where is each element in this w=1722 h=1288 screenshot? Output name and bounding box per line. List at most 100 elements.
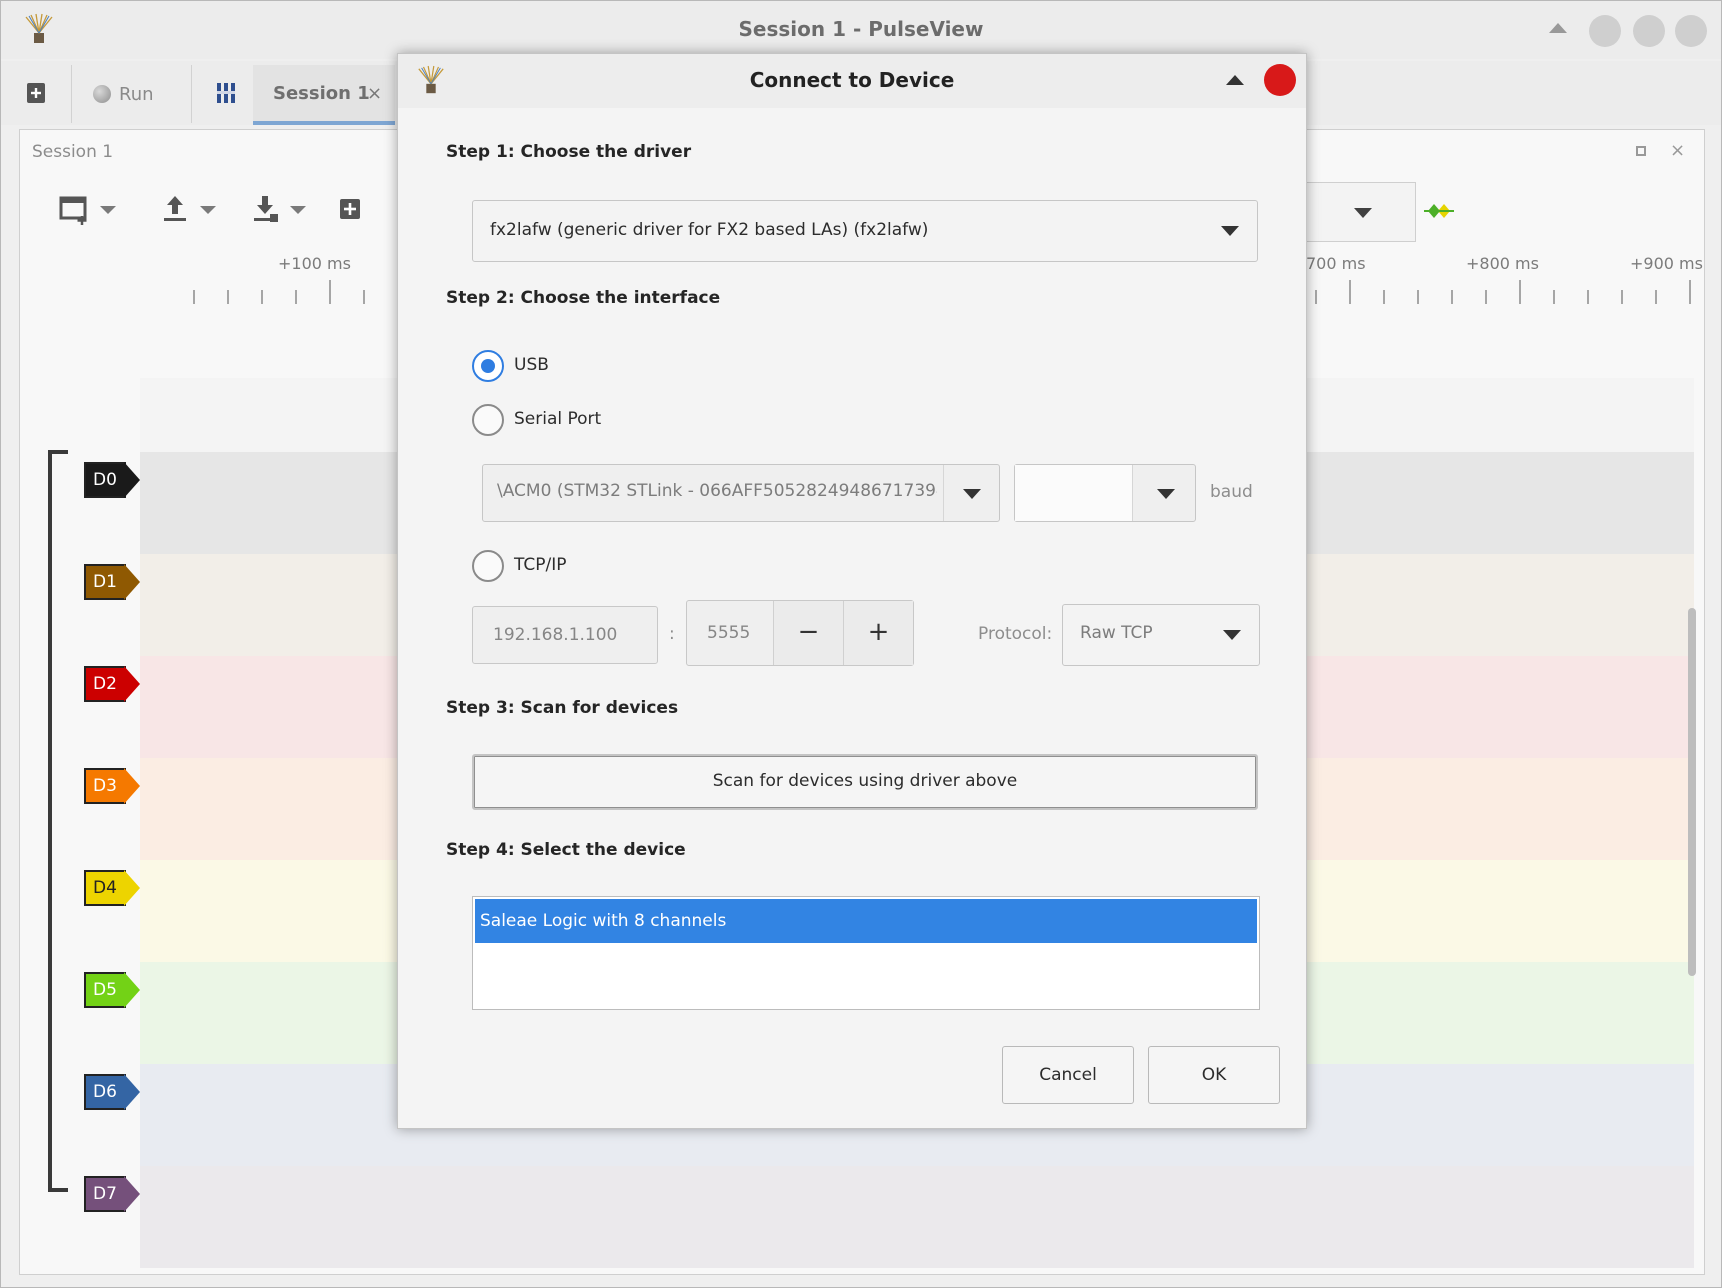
shade-dialog-button[interactable] <box>1226 75 1244 85</box>
channel-tip <box>124 768 140 804</box>
close-tab-icon[interactable]: × <box>367 83 382 104</box>
channel-label-d6[interactable]: D6 <box>84 1074 140 1110</box>
device-list-item[interactable]: Saleae Logic with 8 channels <box>475 899 1257 943</box>
add-device-icon[interactable] <box>334 192 368 226</box>
protocol-label: Protocol: <box>978 624 1053 644</box>
baud-input[interactable] <box>1015 465 1133 521</box>
ruler-label: 700 ms <box>1306 254 1366 273</box>
channel-label-d0[interactable]: D0 <box>84 462 140 498</box>
trace-row-d7 <box>140 1166 1694 1268</box>
main-window: Session 1 - PulseView Run Session 1 × Se… <box>0 0 1722 1288</box>
channel-tip <box>124 972 140 1008</box>
chevron-down-icon <box>1223 630 1241 640</box>
step3-label: Step 3: Scan for devices <box>446 698 679 718</box>
device-list[interactable]: Saleae Logic with 8 channels <box>472 896 1260 1010</box>
port-spinbox[interactable]: 5555 − + <box>686 600 914 666</box>
chevron-down-icon <box>963 489 981 499</box>
channel-label-d7[interactable]: D7 <box>84 1176 140 1212</box>
step2-label: Step 2: Choose the interface <box>446 288 721 308</box>
run-button[interactable]: Run <box>93 81 154 107</box>
maximize-button[interactable] <box>1633 15 1665 47</box>
ip-address-field[interactable]: 192.168.1.100 <box>472 606 658 664</box>
chevron-down-icon <box>1157 489 1175 499</box>
decoders-icon[interactable] <box>215 81 237 105</box>
channel-name: D4 <box>84 870 126 906</box>
chevron-down-icon[interactable] <box>1354 208 1372 218</box>
serial-port-value: \ACM0 (STM32 STLink - 066AFF505282494867… <box>497 481 937 501</box>
dialog-title: Connect to Device <box>749 68 955 92</box>
usb-radio[interactable] <box>472 350 504 382</box>
dock-title: Session 1 <box>32 142 114 162</box>
ip-address-placeholder: 192.168.1.100 <box>493 625 618 645</box>
close-dialog-button[interactable] <box>1264 64 1296 96</box>
baud-combo[interactable] <box>1014 464 1196 522</box>
tab-session-1[interactable]: Session 1 × <box>253 65 395 125</box>
run-icon <box>93 85 111 103</box>
channel-label-d2[interactable]: D2 <box>84 666 140 702</box>
channel-tip <box>124 1176 140 1212</box>
baud-label: baud <box>1210 482 1253 502</box>
shade-window-button[interactable] <box>1549 23 1567 33</box>
serial-port-radio[interactable] <box>472 404 504 436</box>
run-label: Run <box>119 83 154 105</box>
tcp-ip-label: TCP/IP <box>514 555 567 575</box>
trigger-icon[interactable] <box>1424 200 1454 222</box>
cancel-button[interactable]: Cancel <box>1002 1046 1134 1104</box>
float-dock-icon[interactable] <box>1636 146 1646 156</box>
serial-port-combo[interactable]: \ACM0 (STM32 STLink - 066AFF505282494867… <box>482 464 1000 522</box>
chevron-down-icon[interactable] <box>290 206 306 214</box>
driver-combo[interactable]: fx2lafw (generic driver for FX2 based LA… <box>472 200 1258 262</box>
channel-label-d4[interactable]: D4 <box>84 870 140 906</box>
channel-name: D6 <box>84 1074 126 1110</box>
close-window-button[interactable] <box>1675 15 1707 47</box>
channel-label-d3[interactable]: D3 <box>84 768 140 804</box>
decrement-port-button[interactable]: − <box>773 601 843 665</box>
scan-devices-button[interactable]: Scan for devices using driver above <box>472 754 1258 810</box>
channel-name: D1 <box>84 564 126 600</box>
chevron-down-icon <box>1221 226 1239 236</box>
chevron-down-icon[interactable] <box>200 206 216 214</box>
tcp-ip-radio[interactable] <box>472 550 504 582</box>
vertical-scrollbar[interactable] <box>1688 608 1696 976</box>
toolbar-separator <box>71 65 72 123</box>
ok-button[interactable]: OK <box>1148 1046 1280 1104</box>
window-titlebar: Session 1 - PulseView <box>1 1 1721 59</box>
protocol-value: Raw TCP <box>1080 623 1153 643</box>
step4-label: Step 4: Select the device <box>446 840 686 860</box>
channel-tip <box>124 462 140 498</box>
channel-name: D5 <box>84 972 126 1008</box>
ruler-label: +100 ms <box>278 254 351 273</box>
channel-name: D0 <box>84 462 126 498</box>
add-view-icon[interactable] <box>58 192 92 226</box>
connect-dialog: Connect to Device Step 1: Choose the dri… <box>397 53 1307 1129</box>
ruler-label: +800 ms <box>1466 254 1539 273</box>
step1-label: Step 1: Choose the driver <box>446 142 692 162</box>
channel-label-d1[interactable]: D1 <box>84 564 140 600</box>
driver-value: fx2lafw (generic driver for FX2 based LA… <box>490 220 929 240</box>
minimize-button[interactable] <box>1589 15 1621 47</box>
increment-port-button[interactable]: + <box>843 601 913 665</box>
dialog-titlebar: Connect to Device <box>398 54 1306 108</box>
channel-name: D7 <box>84 1176 126 1212</box>
new-session-icon[interactable] <box>23 79 51 107</box>
window-title: Session 1 - PulseView <box>738 17 984 41</box>
port-separator: : <box>669 624 675 644</box>
chevron-down-icon[interactable] <box>100 206 116 214</box>
channel-name: D2 <box>84 666 126 702</box>
channel-tip <box>124 564 140 600</box>
protocol-combo[interactable]: Raw TCP <box>1062 604 1260 666</box>
samplerate-combo[interactable] <box>1290 182 1416 242</box>
open-file-icon[interactable] <box>158 192 192 226</box>
port-value: 5555 <box>707 623 751 643</box>
serial-port-label: Serial Port <box>514 409 602 429</box>
channel-tip <box>124 1074 140 1110</box>
usb-label: USB <box>514 355 549 375</box>
channel-name: D3 <box>84 768 126 804</box>
channel-group-bracket <box>48 450 68 1192</box>
save-file-icon[interactable] <box>248 192 282 226</box>
ruler-label: +900 ms <box>1630 254 1703 273</box>
channel-label-d5[interactable]: D5 <box>84 972 140 1008</box>
channel-tip <box>124 666 140 702</box>
close-dock-icon[interactable]: × <box>1670 140 1685 161</box>
channel-tip <box>124 870 140 906</box>
